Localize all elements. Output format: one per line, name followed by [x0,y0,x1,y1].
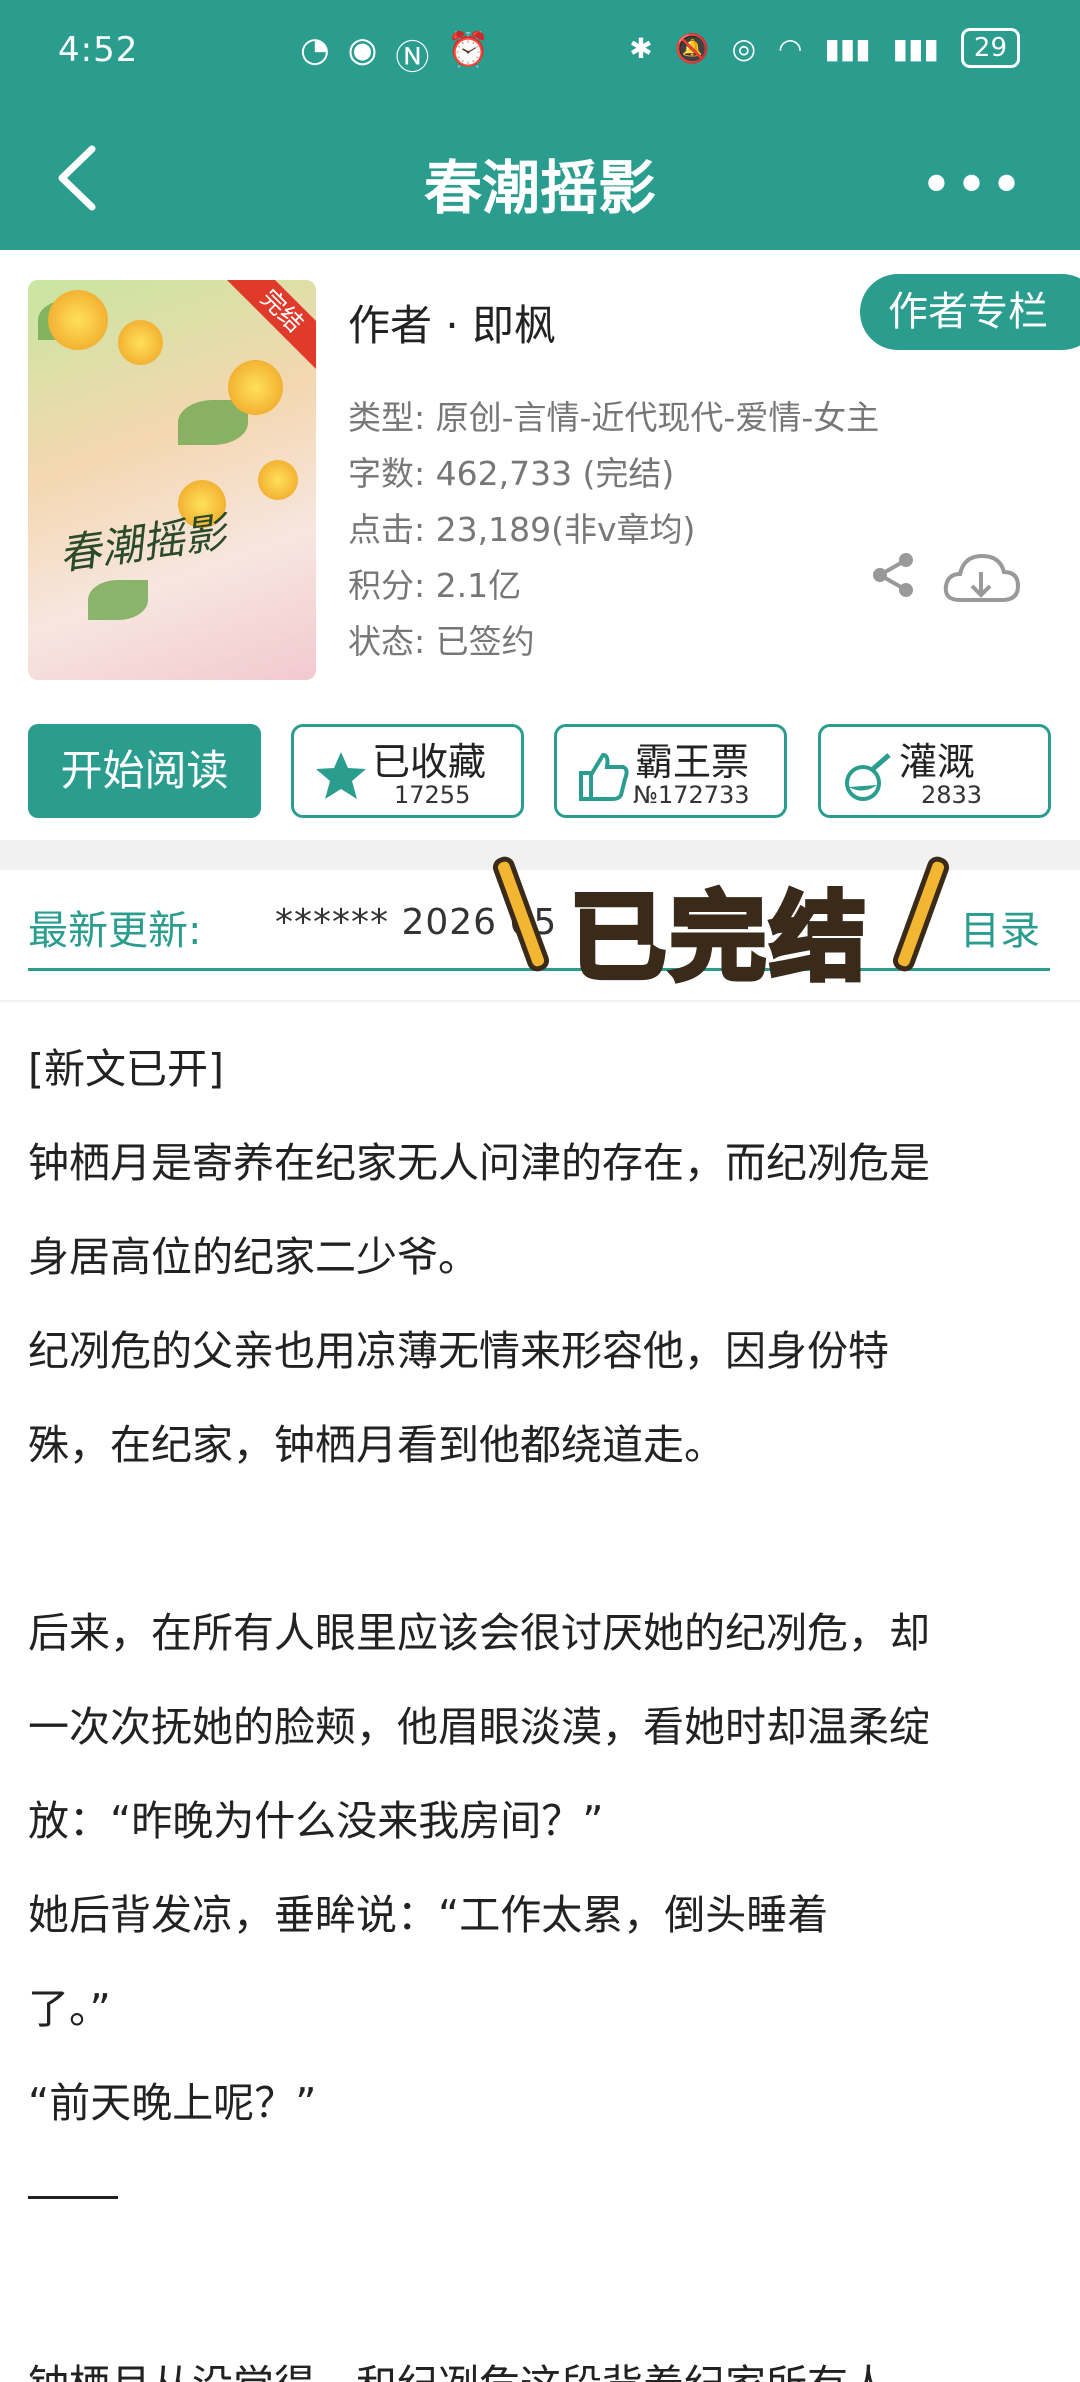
status-right-icons: ✱ 🔕 ◎ ◠ ▮▮▮ ▮▮▮ 29 [629,28,1020,68]
description-line [28,1492,1058,1586]
sticker-text: 已完结 [568,880,870,997]
more-options-icon[interactable]: ••• [920,153,1025,218]
vote-label: 霸王票 [635,740,750,784]
collect-label: 已收藏 [372,740,487,784]
start-reading-button[interactable]: 开始阅读 [28,724,261,818]
watering-bottle-icon [845,753,891,801]
nfc-icon: Ⓝ [395,38,430,78]
author-name[interactable]: 作者 · 即枫 [348,292,556,353]
description-line: 纪冽危的父亲也用凉薄无情来形容他，因身份特 [28,1327,889,1375]
collect-button[interactable]: 已收藏 17255 [291,724,524,818]
description-line: [新文已开] [28,1045,224,1093]
app-header: 4:52 ◔ ◉ Ⓝ ⏰ ✱ 🔕 ◎ ◠ ▮▮▮ ▮▮▮ 29 春潮摇影 ••• [0,0,1080,250]
description-line: 一次次抚她的脸颊，他眉眼淡漠，看她时却温柔绽 [28,1703,930,1751]
bluetooth-icon: ✱ [629,31,653,65]
hotspot-icon: ◎ [731,31,756,65]
book-meta: 类型: 原创-言情-近代现代-爱情-女主 字数: 462,733 (完结) 点击… [348,390,879,670]
cover-flower [228,360,283,415]
water-label: 灌溉 [899,740,976,784]
nav-bar: 春潮摇影 ••• [0,105,1080,250]
cover-flower [48,290,108,350]
description-line-cut: 钟栖月从没觉得，和纪冽危这段背着纪家所有人 [28,2338,889,2382]
signal-4g-2-icon: ▮▮▮ [892,31,939,65]
sticker-right-bar [890,853,952,975]
share-icon[interactable] [868,550,918,600]
description-line: “前天晚上呢？” [28,2079,317,2127]
cloud-download-icon[interactable] [940,550,1022,610]
wifi-icon: ◠ [778,31,803,65]
cover-leaf [88,580,148,620]
completed-sticker: 已完结 [490,850,960,997]
book-description: [新文已开] 钟栖月是寄养在纪家无人问津的存在，而纪冽危是 身居高位的纪家二少爷… [28,1022,1058,2382]
action-row: 开始阅读 已收藏 17255 霸王票 №172733 灌溉 2833 [28,724,1052,820]
star-icon [316,752,366,799]
water-button[interactable]: 灌溉 2833 [818,724,1051,818]
alarm-icon: ⏰ [447,30,490,70]
cover-flower [258,460,298,500]
vote-button[interactable]: 霸王票 №172733 [554,724,787,818]
author-column-button[interactable]: 作者专栏 [860,274,1080,350]
page-title: 春潮摇影 [423,154,656,222]
description-line: 身居高位的纪家二少爷。 [28,1233,479,1281]
table-of-contents-link[interactable]: 目录 [960,898,1040,956]
book-cover[interactable]: 春潮摇影 完结 [28,280,316,680]
meta-clicks: 点击: 23,189(非v章均) [348,510,696,549]
latest-update-label: 最新更新: [28,908,202,954]
description-line: 放：“昨晚为什么没来我房间？” [28,1797,604,1845]
section-divider [0,1000,1080,1002]
meta-points: 积分: 2.1亿 [348,566,522,605]
description-line: 了。” [28,1985,111,2033]
meta-genre: 类型: 原创-言情-近代现代-爱情-女主 [348,398,880,437]
meta-status: 状态: 已签约 [348,622,535,661]
signal-4g-icon: ▮▮▮ [824,31,871,65]
speed-icon: ◔ [300,30,330,70]
collect-count: 17255 [394,781,471,809]
description-line: 后来，在所有人眼里应该会很讨厌她的纪冽危，却 [28,1609,930,1657]
battery-icon: 29 [960,28,1020,68]
cover-flower [118,320,163,365]
book-info-card: 春潮摇影 完结 作者 · 即枫 作者专栏 类型: 原创-言情-近代现代-爱情-女… [0,250,1080,840]
completed-badge: 完结 [220,280,316,373]
description-line: 殊，在纪家，钟栖月看到他都绕道走。 [28,1421,725,1469]
water-count: 2833 [921,781,983,809]
meta-word-count: 字数: 462,733 (完结) [348,454,675,493]
thumbs-up-icon [579,752,629,801]
description-line: 她后背发凉，垂眸说：“工作太累，倒头睡着 [28,1891,829,1939]
cover-title: 春潮摇影 [55,507,230,580]
status-bar: 4:52 ◔ ◉ Ⓝ ⏰ ✱ 🔕 ◎ ◠ ▮▮▮ ▮▮▮ 29 [0,0,1080,105]
status-time: 4:52 [58,30,139,70]
sticker-left-bar [490,853,552,975]
eye-icon: ◉ [347,30,378,70]
vote-count: №172733 [633,781,750,809]
description-divider [28,2196,118,2199]
status-left-icons: ◔ ◉ Ⓝ ⏰ [300,30,490,79]
description-line: 钟栖月是寄养在纪家无人问津的存在，而纪冽危是 [28,1139,930,1187]
mute-icon: 🔕 [674,31,710,65]
